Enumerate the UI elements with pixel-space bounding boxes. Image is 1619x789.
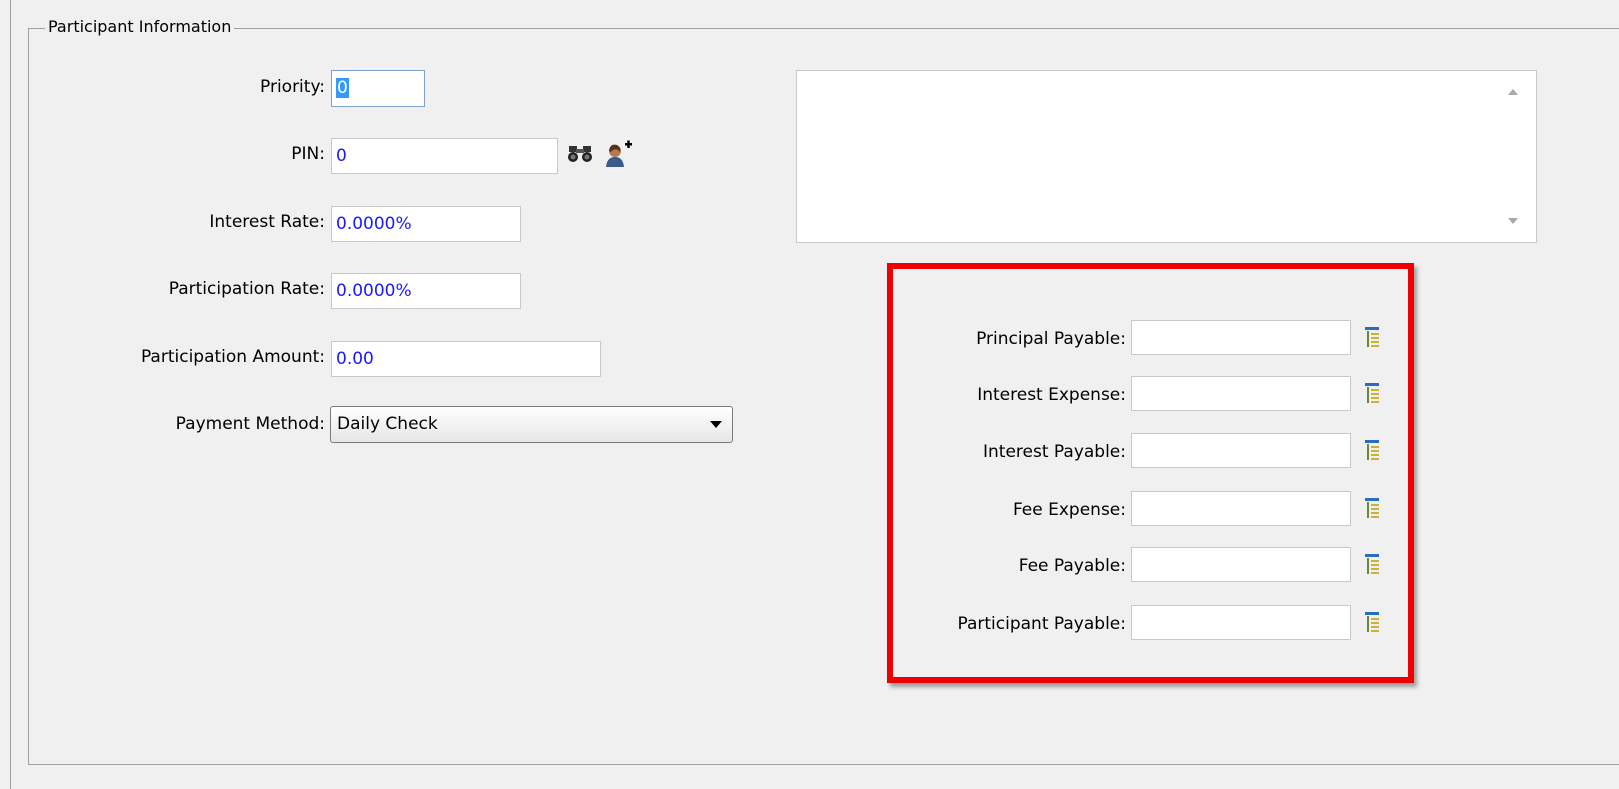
fee-payable-label: Fee Payable:: [1018, 556, 1126, 576]
priority-input[interactable]: 0: [331, 70, 425, 107]
participant-payable-input[interactable]: [1131, 605, 1351, 640]
priority-value: 0: [336, 78, 349, 98]
pin-input[interactable]: 0: [331, 138, 558, 174]
participation-amount-label: Participation Amount:: [140, 347, 325, 367]
interest-rate-label: Interest Rate:: [209, 212, 325, 232]
notes-textarea[interactable]: [796, 70, 1537, 243]
group-title: Participant Information: [45, 17, 235, 36]
interest-payable-label: Interest Payable:: [983, 442, 1126, 462]
interest-expense-label: Interest Expense:: [977, 385, 1126, 405]
participation-rate-label: Participation Rate:: [168, 279, 325, 299]
payment-method-value: Daily Check: [337, 414, 438, 434]
add-person-icon[interactable]: [604, 140, 634, 168]
fee-expense-label: Fee Expense:: [1012, 500, 1126, 520]
gl-account-lookup-icon[interactable]: [1364, 497, 1380, 519]
fee-expense-input[interactable]: [1131, 491, 1351, 526]
principal-payable-input[interactable]: [1131, 320, 1351, 355]
pin-label: PIN:: [291, 144, 325, 164]
chevron-down-icon: [710, 421, 722, 428]
gl-account-lookup-icon[interactable]: [1364, 382, 1380, 404]
participant-payable-label: Participant Payable:: [957, 614, 1127, 634]
gl-account-lookup-icon[interactable]: [1364, 553, 1380, 575]
gl-account-lookup-icon[interactable]: [1364, 326, 1380, 348]
priority-label: Priority:: [260, 77, 325, 97]
participation-amount-input[interactable]: 0.00: [331, 341, 601, 377]
scroll-up-icon[interactable]: [1508, 89, 1518, 95]
binoculars-icon[interactable]: [567, 144, 593, 164]
scroll-down-icon[interactable]: [1508, 218, 1518, 224]
gl-account-lookup-icon[interactable]: [1364, 439, 1380, 461]
interest-expense-input[interactable]: [1131, 376, 1351, 411]
fee-payable-input[interactable]: [1131, 547, 1351, 582]
participation-rate-input[interactable]: 0.0000%: [331, 273, 521, 309]
gl-account-lookup-icon[interactable]: [1364, 611, 1380, 633]
payment-method-label: Payment Method:: [175, 414, 325, 434]
principal-payable-label: Principal Payable:: [976, 329, 1126, 349]
payment-method-select[interactable]: Daily Check: [330, 406, 733, 443]
interest-payable-input[interactable]: [1131, 433, 1351, 468]
interest-rate-input[interactable]: 0.0000%: [331, 206, 521, 242]
